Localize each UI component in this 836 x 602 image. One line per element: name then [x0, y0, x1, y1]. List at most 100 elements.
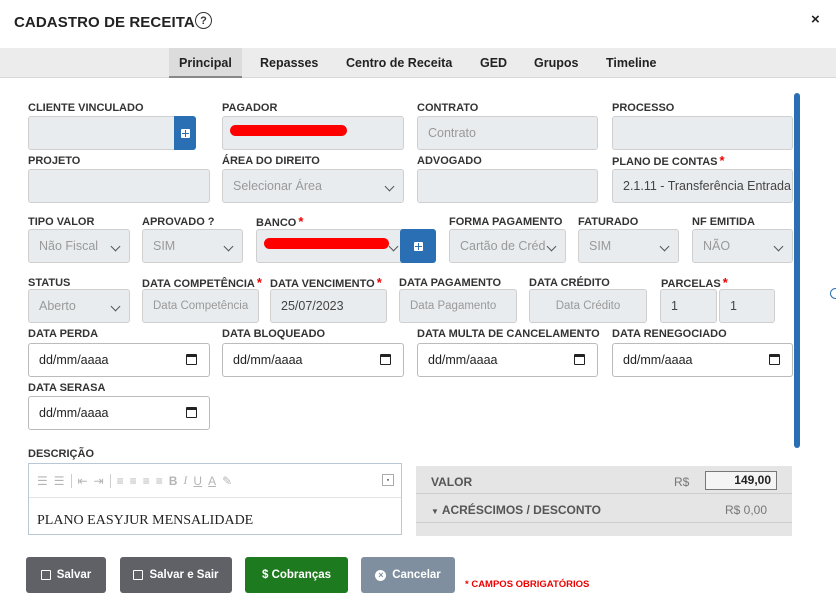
- cobrancas-button[interactable]: $ Cobranças: [245, 557, 348, 593]
- tipo-valor-select[interactable]: Não Fiscal: [28, 229, 130, 263]
- add-cliente-button[interactable]: [174, 116, 196, 150]
- parcela-total-input[interactable]: 1: [719, 289, 775, 323]
- chevron-down-icon: [384, 181, 395, 192]
- required-asterisk: *: [256, 275, 262, 290]
- contrato-label: CONTRATO: [417, 102, 479, 114]
- required-asterisk: *: [719, 153, 725, 168]
- plano-contas-input[interactable]: 2.1.11 - Transferência Entrada: [612, 169, 793, 203]
- data-bloqueado-input[interactable]: dd/mm/aaaa: [222, 343, 404, 377]
- data-vencimento-input[interactable]: 25/07/2023: [270, 289, 387, 323]
- add-banco-button[interactable]: [400, 229, 436, 263]
- plus-icon: [180, 128, 190, 138]
- save-and-exit-button[interactable]: Salvar e Sair: [120, 557, 232, 593]
- data-credito-input[interactable]: Data Crédito: [529, 289, 647, 323]
- area-direito-label: ÁREA DO DIREITO: [222, 155, 320, 167]
- faturado-select[interactable]: SIM: [578, 229, 679, 263]
- indent-icon[interactable]: ⇥: [94, 474, 104, 488]
- highlight-icon[interactable]: ✎: [222, 474, 232, 488]
- aprovado-select[interactable]: SIM: [142, 229, 243, 263]
- modal-header: CADASTRO DE RECEITA ? ×: [0, 0, 836, 46]
- modal-title: CADASTRO DE RECEITA: [14, 14, 195, 31]
- data-pagamento-input[interactable]: Data Pagamento: [399, 289, 517, 323]
- status-select[interactable]: Aberto: [28, 289, 130, 323]
- calendar-icon[interactable]: [769, 354, 780, 365]
- fullscreen-icon[interactable]: ▪: [382, 474, 394, 486]
- circle-icon: [830, 288, 836, 299]
- area-direito-value: Selecionar Área: [233, 179, 322, 193]
- aprovado-value: SIM: [153, 239, 176, 253]
- nf-emitida-value: NÃO: [703, 239, 731, 253]
- tab-repasses[interactable]: Repasses: [250, 48, 328, 78]
- descricao-content[interactable]: PLANO EASYJUR MENSALIDADE: [37, 513, 253, 529]
- forma-pagamento-label: FORMA PAGAMENTO: [449, 216, 563, 228]
- align-right-icon[interactable]: ≡: [143, 474, 150, 488]
- contrato-input[interactable]: Contrato: [417, 116, 598, 150]
- chevron-down-icon: [110, 301, 121, 312]
- projeto-input[interactable]: [28, 169, 210, 203]
- nf-emitida-select[interactable]: NÃO: [692, 229, 793, 263]
- help-icon[interactable]: ?: [195, 12, 212, 29]
- toolbar-divider: [109, 473, 111, 488]
- align-center-icon[interactable]: ≡: [130, 474, 137, 488]
- italic-icon[interactable]: I: [183, 473, 187, 488]
- outdent-icon[interactable]: ⇤: [78, 474, 88, 488]
- data-perda-input[interactable]: dd/mm/aaaa: [28, 343, 210, 377]
- font-color-icon[interactable]: A: [208, 474, 216, 488]
- data-multa-cancelamento-input[interactable]: dd/mm/aaaa: [417, 343, 598, 377]
- tipo-valor-value: Não Fiscal: [39, 239, 99, 253]
- scrollbar-thumb[interactable]: [794, 93, 800, 448]
- plus-icon: [413, 241, 423, 251]
- data-competencia-input[interactable]: Data Competência: [142, 289, 259, 323]
- descricao-editor[interactable]: ☰ ☰ ⇤ ⇥ ≡ ≡ ≡ ≡ B I U A ✎ ▪ PLANO EASYJU…: [28, 463, 402, 535]
- bold-icon[interactable]: B: [169, 474, 178, 488]
- redacted-mark: [264, 238, 389, 249]
- nf-emitida-label: NF EMITIDA: [692, 216, 755, 228]
- banco-label: BANCO *: [256, 214, 304, 229]
- redacted-mark: [230, 125, 347, 136]
- acrescimos-row[interactable]: ▼ ACRÉSCIMOS / DESCONTO R$ 0,00: [416, 495, 792, 523]
- data-serasa-input[interactable]: dd/mm/aaaa: [28, 396, 210, 430]
- tab-centro-de-receita[interactable]: Centro de Receita: [336, 48, 462, 78]
- cliente-vinculado-input[interactable]: [28, 116, 182, 150]
- save-icon: [133, 570, 144, 580]
- ordered-list-icon[interactable]: ☰: [37, 474, 48, 488]
- unordered-list-icon[interactable]: ☰: [54, 474, 65, 488]
- valor-input[interactable]: 149,00: [705, 471, 777, 490]
- tab-ged[interactable]: GED: [470, 48, 517, 78]
- valor-currency: R$: [674, 475, 690, 489]
- justify-icon[interactable]: ≡: [156, 474, 163, 488]
- acrescimos-toggle[interactable]: ▼ ACRÉSCIMOS / DESCONTO: [431, 503, 601, 517]
- calendar-icon[interactable]: [186, 354, 197, 365]
- parcela-atual-input[interactable]: 1: [660, 289, 717, 323]
- toolbar-divider: [70, 473, 72, 488]
- area-direito-select[interactable]: Selecionar Área: [222, 169, 404, 203]
- forma-pagamento-select[interactable]: Cartão de Créd: [449, 229, 566, 263]
- faturado-value: SIM: [589, 239, 612, 253]
- advogado-label: ADVOGADO: [417, 155, 482, 167]
- chevron-down-icon: [388, 241, 399, 252]
- acrescimos-value: R$ 0,00: [725, 503, 768, 517]
- tipo-valor-label: TIPO VALOR: [28, 216, 95, 228]
- caret-down-icon: ▼: [431, 507, 439, 516]
- underline-icon[interactable]: U: [193, 474, 202, 488]
- calendar-icon[interactable]: [380, 354, 391, 365]
- aprovado-label: APROVADO ?: [142, 216, 215, 228]
- tab-bar: Principal Repasses Centro de Receita GED…: [0, 48, 836, 78]
- align-left-icon[interactable]: ≡: [117, 474, 124, 488]
- calendar-icon[interactable]: [574, 354, 585, 365]
- tab-timeline[interactable]: Timeline: [596, 48, 666, 78]
- calendar-icon[interactable]: [186, 407, 197, 418]
- close-icon[interactable]: ×: [811, 11, 820, 28]
- save-button[interactable]: Salvar: [26, 557, 106, 593]
- chevron-down-icon: [546, 241, 557, 252]
- forma-pagamento-value: Cartão de Créd: [460, 239, 546, 253]
- pagador-label: PAGADOR: [222, 102, 278, 114]
- processo-input[interactable]: [612, 116, 793, 150]
- data-vencimento-label: DATA VENCIMENTO *: [270, 275, 382, 290]
- cancel-button[interactable]: × Cancelar: [361, 557, 455, 593]
- tab-grupos[interactable]: Grupos: [524, 48, 588, 78]
- data-perda-label: DATA PERDA: [28, 328, 99, 340]
- data-renegociado-input[interactable]: dd/mm/aaaa: [612, 343, 793, 377]
- advogado-input[interactable]: [417, 169, 598, 203]
- tab-principal[interactable]: Principal: [169, 48, 242, 78]
